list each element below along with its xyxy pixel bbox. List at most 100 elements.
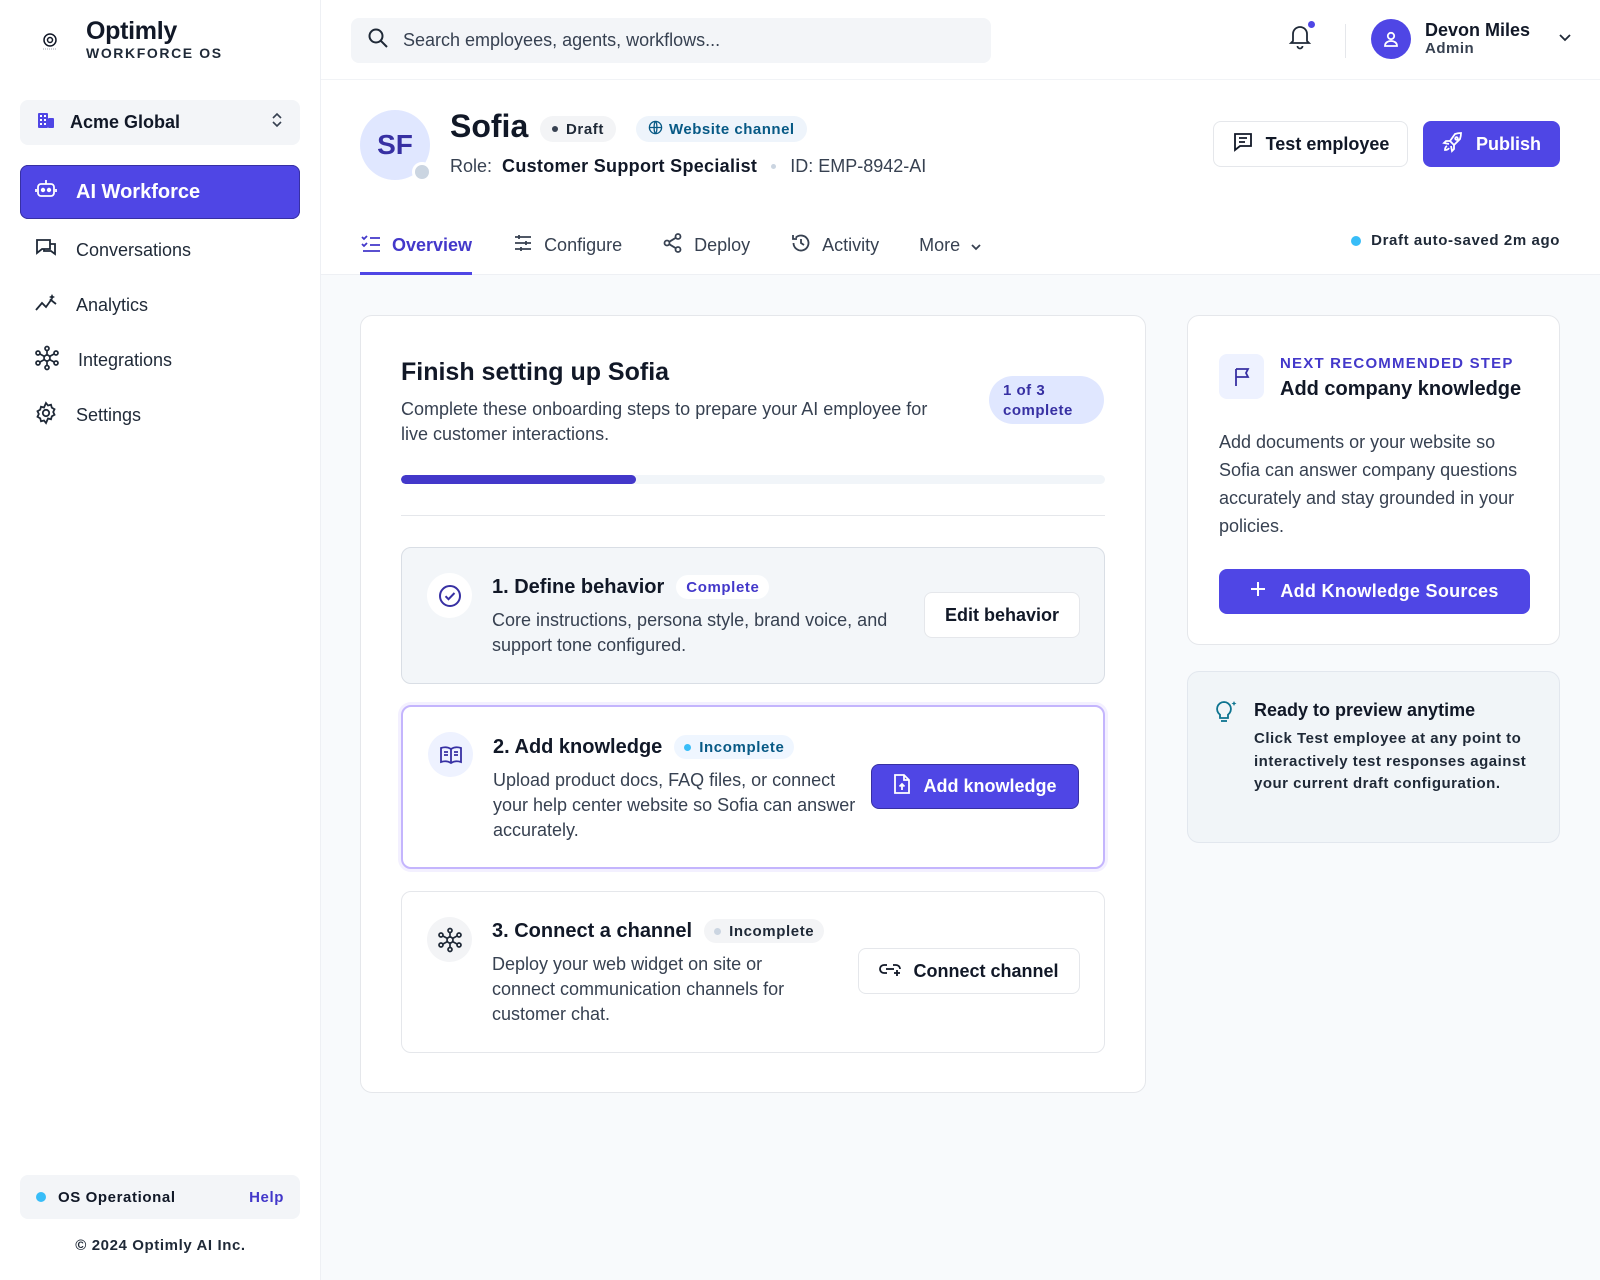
tab-label: More bbox=[919, 234, 961, 255]
org-name: Acme Global bbox=[70, 112, 181, 132]
sidebar-item-ai-workforce[interactable]: AI Workforce bbox=[20, 165, 300, 219]
notifications-button[interactable] bbox=[1287, 20, 1317, 54]
step-description: Core instructions, persona style, brand … bbox=[492, 610, 888, 655]
next-step-title: Add company knowledge bbox=[1280, 378, 1522, 400]
history-icon bbox=[790, 232, 812, 259]
tab-overview[interactable]: Overview bbox=[360, 215, 473, 275]
progress-bar-fill bbox=[401, 475, 636, 484]
divider bbox=[1345, 24, 1346, 58]
setup-subtitle: Complete these onboarding steps to prepa… bbox=[401, 399, 928, 444]
channel-badge-label: Website channel bbox=[669, 120, 795, 138]
rocket-icon bbox=[1442, 131, 1464, 158]
globe-icon bbox=[648, 120, 663, 139]
status-text: OS Operational bbox=[58, 1188, 176, 1206]
sidebar-nav: AI Workforce Conversations Analytics Int… bbox=[20, 165, 300, 443]
status-badge: Incomplete bbox=[674, 735, 795, 759]
next-step-eyebrow: NEXT RECOMMENDED STEP bbox=[1280, 355, 1514, 372]
chevron-down-icon bbox=[1558, 30, 1572, 48]
status-dot bbox=[36, 1192, 46, 1202]
role-value: Customer Support Specialist bbox=[502, 156, 758, 176]
chat-icon bbox=[34, 236, 58, 265]
status-dot bbox=[714, 927, 722, 935]
tab-deploy[interactable]: Deploy bbox=[662, 215, 750, 275]
status-dot bbox=[684, 743, 692, 751]
next-step-description: Add documents or your website so Sofia c… bbox=[1219, 432, 1518, 536]
autosave-dot bbox=[1351, 235, 1362, 246]
user-name: Devon Miles bbox=[1425, 20, 1531, 40]
bell-icon bbox=[1287, 26, 1313, 54]
status-badge: Incomplete bbox=[704, 919, 825, 943]
step-add-knowledge: 2. Add knowledge Incomplete Upload produ… bbox=[401, 705, 1105, 869]
next-step-card: NEXT RECOMMENDED STEP Add company knowle… bbox=[1187, 315, 1560, 645]
preview-tip-card: Ready to preview anytime Click Test empl… bbox=[1187, 671, 1560, 843]
status-badge: Complete bbox=[676, 575, 770, 599]
employee-initials: SF bbox=[377, 129, 413, 160]
topbar: Search employees, agents, workflows... D… bbox=[321, 0, 1600, 80]
step-title: 3. Connect a channel bbox=[492, 919, 693, 942]
analytics-icon bbox=[34, 291, 58, 320]
flag-icon bbox=[1219, 354, 1264, 399]
step-connect-channel: 3. Connect a channel Incomplete Deploy y… bbox=[401, 891, 1105, 1053]
brand[interactable]: Optimly WORKFORCE OS bbox=[36, 18, 223, 62]
connect-channel-button[interactable]: Connect channel bbox=[858, 948, 1080, 994]
step-title-row: 3. Connect a channel Incomplete bbox=[492, 919, 825, 943]
tab-label: Configure bbox=[544, 234, 623, 255]
logo-icon bbox=[36, 26, 64, 54]
button-label: Add knowledge bbox=[923, 776, 1057, 796]
chevron-updown-icon bbox=[270, 111, 284, 134]
tab-label: Overview bbox=[392, 234, 473, 255]
sidebar-item-integrations[interactable]: Integrations bbox=[20, 333, 300, 388]
step-description: Deploy your web widget on site or connec… bbox=[492, 954, 785, 1024]
edit-behavior-button[interactable]: Edit behavior bbox=[924, 592, 1080, 638]
sliders-icon bbox=[512, 232, 534, 259]
share-icon bbox=[662, 232, 684, 259]
button-label: Add Knowledge Sources bbox=[1280, 581, 1499, 601]
tab-label: Deploy bbox=[694, 234, 751, 255]
sidebar-item-label: AI Workforce bbox=[76, 180, 201, 203]
org-switcher[interactable]: Acme Global bbox=[20, 100, 300, 145]
button-label: Connect channel bbox=[913, 960, 1059, 981]
separator-dot bbox=[771, 164, 777, 169]
page-title: Sofia bbox=[450, 108, 529, 144]
notification-dot bbox=[1307, 20, 1316, 29]
step-title: 2. Add knowledge bbox=[493, 735, 663, 758]
book-icon bbox=[428, 732, 473, 777]
sidebar-item-label: Analytics bbox=[76, 295, 149, 315]
progress-bar bbox=[401, 475, 1105, 484]
building-icon bbox=[36, 110, 56, 135]
check-circle-icon bbox=[427, 573, 472, 618]
user-role: Admin bbox=[1425, 40, 1475, 57]
sidebar-item-settings[interactable]: Settings bbox=[20, 388, 300, 443]
status-dot bbox=[552, 126, 558, 132]
preview-description: Click Test employee at any point to inte… bbox=[1254, 730, 1527, 792]
setup-card: Finish setting up Sofia Complete these o… bbox=[360, 315, 1146, 1093]
sidebar: Optimly WORKFORCE OS Acme Global AI Work… bbox=[0, 0, 321, 1280]
channel-badge: Website channel bbox=[636, 116, 807, 142]
tab-more[interactable]: More bbox=[919, 215, 982, 275]
publish-label: Publish bbox=[1475, 133, 1541, 154]
sidebar-item-conversations[interactable]: Conversations bbox=[20, 223, 300, 278]
add-knowledge-button[interactable]: Add knowledge bbox=[871, 764, 1079, 809]
sidebar-item-analytics[interactable]: Analytics bbox=[20, 278, 300, 333]
step-description: Upload product docs, FAQ files, or conne… bbox=[493, 770, 856, 840]
status-badge-label: Complete bbox=[686, 578, 760, 596]
test-employee-button[interactable]: Test employee bbox=[1213, 121, 1408, 167]
presence-dot bbox=[412, 162, 432, 182]
integrations-icon bbox=[427, 917, 472, 962]
search-placeholder: Search employees, agents, workflows... bbox=[403, 30, 721, 50]
search-input[interactable]: Search employees, agents, workflows... bbox=[351, 18, 991, 63]
brand-name: Optimly bbox=[86, 17, 177, 45]
brand-subtitle: WORKFORCE OS bbox=[86, 45, 223, 61]
step-title-row: 1. Define behavior Complete bbox=[492, 575, 770, 599]
tab-configure[interactable]: Configure bbox=[512, 215, 622, 275]
search-icon bbox=[367, 27, 389, 54]
plus-icon bbox=[1250, 581, 1266, 602]
help-link[interactable]: Help bbox=[249, 1189, 284, 1206]
publish-button[interactable]: Publish bbox=[1423, 121, 1560, 167]
employee-header: SF Sofia Draft Website channel Role: Cus… bbox=[321, 80, 1600, 275]
tab-activity[interactable]: Activity bbox=[790, 215, 879, 275]
user-menu[interactable]: Devon Miles Admin bbox=[1371, 19, 1572, 59]
status-badge: Draft bbox=[540, 116, 617, 142]
robot-icon bbox=[34, 177, 58, 207]
add-knowledge-sources-button[interactable]: Add Knowledge Sources bbox=[1219, 569, 1530, 614]
